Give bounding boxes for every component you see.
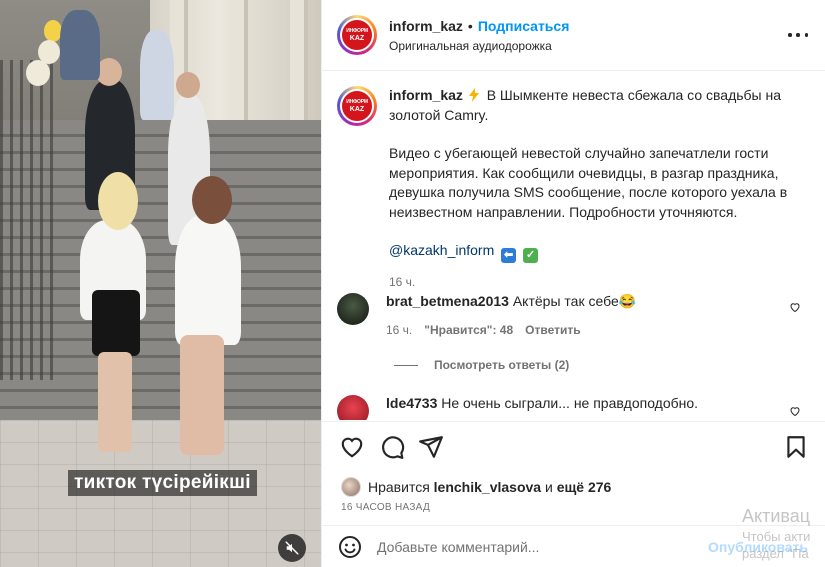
- like-comment-heart-icon[interactable]: [789, 405, 801, 417]
- video-guest-head: [176, 72, 200, 98]
- comment-input[interactable]: Добавьте комментарий...: [377, 539, 539, 555]
- likes-count[interactable]: ещё 276: [557, 479, 612, 495]
- avatar-logo-text-top: ИНФОРМ: [346, 27, 368, 34]
- video-overlay-caption: тикток түсірейікші: [68, 470, 257, 496]
- left-arrow-emoji-icon: ⬅: [501, 248, 517, 263]
- video-balloon: [26, 60, 50, 86]
- author-avatar-logo: ИНФОРМ KAZ: [340, 18, 374, 52]
- post-video[interactable]: тикток түсірейікші: [0, 0, 321, 567]
- caption-avatar[interactable]: ИНФОРМ KAZ: [337, 86, 377, 126]
- post-header: ИНФОРМ KAZ inform_kaz • Подписаться Ориг…: [322, 0, 825, 71]
- liker-username[interactable]: lenchik_vlasova: [434, 479, 541, 495]
- separator-dot: •: [467, 17, 473, 34]
- video-woman-jacket: [175, 215, 241, 345]
- like-comment-heart-icon[interactable]: [789, 301, 801, 313]
- liker-avatar[interactable]: [341, 477, 361, 497]
- more-dot-icon: [788, 33, 792, 37]
- caption-time: 16 ч.: [389, 275, 416, 289]
- video-railing: [0, 60, 60, 380]
- video-pillar: [290, 0, 308, 120]
- emoji-picker-icon[interactable]: [338, 535, 362, 559]
- lightning-bolt-icon: [468, 88, 479, 102]
- comments-section[interactable]: ИНФОРМ KAZ inform_kaz В Шымкенте невеста…: [322, 72, 825, 420]
- caption-username[interactable]: inform_kaz: [389, 87, 463, 103]
- video-woman-legs: [180, 335, 224, 455]
- author-avatar[interactable]: ИНФОРМ KAZ: [337, 15, 377, 55]
- instagram-post-modal: тикток түсірейікші ИНФОРМ KAZ inform_kaz…: [0, 0, 825, 567]
- video-bride-skirt: [92, 290, 140, 356]
- avatar-logo-text-bottom: KAZ: [349, 105, 365, 113]
- commenter-username[interactable]: lde4733: [386, 395, 437, 411]
- post-caption: ИНФОРМ KAZ inform_kaz В Шымкенте невеста…: [337, 86, 807, 293]
- muted-speaker-icon: [285, 541, 299, 555]
- author-username[interactable]: inform_kaz: [389, 18, 463, 34]
- view-replies-button[interactable]: Посмотреть ответы (2): [394, 358, 569, 372]
- likes-prefix: Нравится: [368, 479, 430, 495]
- avatar-logo-text-bottom: KAZ: [349, 34, 365, 42]
- comment-text: Не очень сыграли... не правдоподобно.: [441, 395, 699, 411]
- video-bride-head: [98, 172, 138, 230]
- caption-avatar-logo: ИНФОРМ KAZ: [340, 89, 374, 123]
- check-mark-emoji-icon: ✓: [523, 248, 539, 263]
- caption-paragraph: Видео с убегающей невестой случайно запе…: [389, 145, 788, 220]
- header-text: inform_kaz • Подписаться Оригинальная ау…: [389, 18, 569, 53]
- video-woman-head: [192, 176, 232, 224]
- commenter-avatar[interactable]: [337, 395, 369, 420]
- replies-line: [394, 364, 418, 366]
- comment-time: 16 ч.: [386, 323, 413, 337]
- more-options-button[interactable]: [788, 28, 808, 42]
- video-guest: [140, 30, 174, 120]
- like-heart-icon[interactable]: [339, 434, 365, 460]
- mention-link[interactable]: @kazakh_inform: [389, 242, 494, 258]
- share-paper-plane-icon[interactable]: [418, 434, 444, 460]
- view-replies-label: Посмотреть ответы (2): [434, 358, 570, 372]
- comment-bubble-icon[interactable]: [379, 434, 405, 460]
- video-bride-legs: [98, 352, 132, 452]
- commenter-avatar[interactable]: [337, 293, 369, 325]
- comment-item: lde4733 Не очень сыграли... не правдопод…: [337, 395, 812, 420]
- save-bookmark-icon[interactable]: [783, 434, 809, 460]
- follow-button[interactable]: Подписаться: [478, 18, 570, 34]
- reply-button[interactable]: Ответить: [525, 323, 580, 337]
- audio-link[interactable]: Оригинальная аудиодорожка: [389, 39, 569, 53]
- add-comment-bar: Добавьте комментарий... Опубликовать: [322, 525, 825, 567]
- post-timestamp: 16 ЧАСОВ НАЗАД: [341, 502, 431, 513]
- post-details-panel: ИНФОРМ KAZ inform_kaz • Подписаться Ориг…: [321, 0, 825, 567]
- likes-summary: Нравится lenchik_vlasova и ещё 276: [341, 477, 611, 497]
- mute-button[interactable]: [278, 534, 306, 562]
- publish-button[interactable]: Опубликовать: [708, 539, 808, 555]
- comment-item: brat_betmena2013 Актёры так себе😂 16 ч. …: [337, 293, 812, 337]
- more-dot-icon: [804, 33, 808, 37]
- action-bar: [322, 421, 825, 473]
- video-pillar: [230, 0, 248, 120]
- video-guest: [60, 10, 100, 80]
- likes-middle: и: [544, 479, 553, 495]
- more-dot-icon: [796, 33, 800, 37]
- avatar-logo-text-top: ИНФОРМ: [346, 98, 368, 105]
- comment-text: Актёры так себе😂: [512, 293, 637, 309]
- commenter-username[interactable]: brat_betmena2013: [386, 293, 509, 309]
- comment-likes[interactable]: "Нравится": 48: [424, 323, 513, 337]
